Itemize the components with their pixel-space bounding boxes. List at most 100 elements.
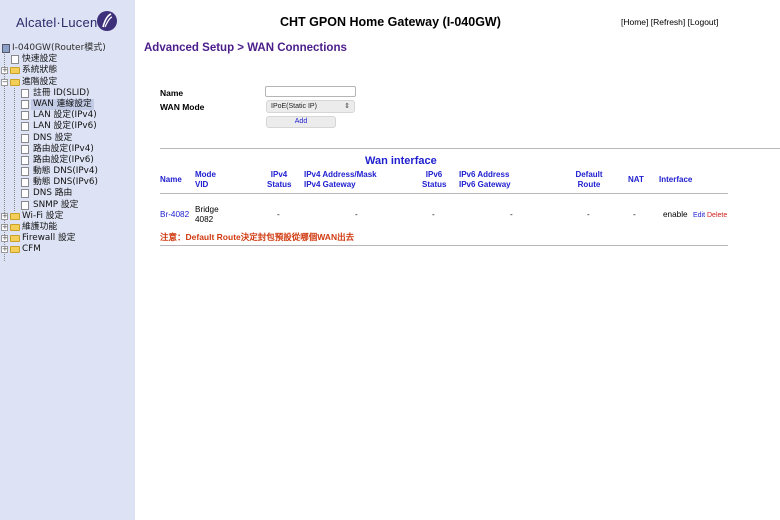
name-label: Name [160, 88, 184, 98]
row-vid-value: 4082 [195, 214, 214, 224]
sidebar-item-lan-ipv6[interactable]: LAN 設定(IPv6) [0, 121, 135, 132]
sidebar-item-wan-connections[interactable]: WAN 連線設定 [0, 98, 135, 111]
sidebar-item-ddns-ipv4[interactable]: 動態 DNS(IPv4) [0, 166, 135, 177]
sidebar-item-label: 動態 DNS(IPv6) [33, 177, 98, 188]
logout-link[interactable]: [Logout] [688, 17, 719, 27]
page-icon [11, 55, 19, 65]
sidebar-item-label: DNS 設定 [33, 132, 73, 143]
row-mode: Bridge 4082 [195, 205, 219, 224]
col-header-nat: NAT [628, 175, 644, 184]
folder-icon [10, 67, 20, 75]
sidebar-item-label: Firewall 設定 [22, 233, 76, 244]
app-root: Alcatel·Lucent I-040GW(Router模式) 快速設定 + [0, 0, 780, 520]
sidebar-item-dns-settings[interactable]: DNS 設定 [0, 133, 135, 144]
sidebar-item-dns-routing[interactable]: DNS 路由 [0, 188, 135, 199]
bottom-divider [160, 245, 728, 246]
sidebar-item-label: 註冊 ID(SLID) [33, 87, 90, 98]
page-title: CHT GPON Home Gateway (I-040GW) [280, 15, 501, 29]
sidebar-item-label: 維護功能 [22, 222, 58, 232]
page-icon [21, 178, 29, 188]
sidebar-item-maintenance[interactable]: + 維護功能 [0, 222, 135, 233]
sidebar-item-routing-ipv4[interactable]: 路由設定(IPv4) [0, 144, 135, 155]
divider [160, 148, 780, 149]
page-icon [21, 122, 29, 132]
folder-icon [10, 224, 20, 231]
sidebar-item-label: 路由設定(IPv4) [33, 143, 94, 154]
page-icon [21, 88, 29, 98]
col-header-default-route-line2: Route [577, 180, 601, 189]
col-header-ipv4-gateway: IPv4 Gateway [304, 180, 356, 189]
col-header-ipv6-address: IPv6 Address IPv6 Gateway [459, 170, 511, 190]
sidebar-item-ddns-ipv6[interactable]: 動態 DNS(IPv6) [0, 177, 135, 188]
sidebar-item-label: 動態 DNS(IPv4) [33, 166, 98, 177]
navigation-tree: I-040GW(Router模式) 快速設定 + 系統狀態 − 進階設定 註冊 … [0, 43, 135, 261]
col-header-ipv4-status: IPv4 Status [267, 170, 291, 190]
sidebar-item-lan-ipv4[interactable]: LAN 設定(IPv4) [0, 110, 135, 121]
expand-plus-icon[interactable]: + [1, 224, 8, 231]
computer-icon [2, 44, 10, 53]
expand-plus-icon[interactable]: + [1, 246, 8, 254]
tree-root[interactable]: I-040GW(Router模式) [0, 43, 135, 54]
alcatel-lucent-logo: Alcatel·Lucent [16, 10, 126, 36]
edit-link[interactable]: Edit [693, 211, 705, 221]
folder-open-icon [10, 78, 20, 86]
col-header-default-route-line1: Default [575, 170, 603, 179]
table-header-divider [160, 193, 728, 194]
row-nat: - [633, 210, 636, 219]
sidebar-item-cfm[interactable]: + CFM [0, 244, 135, 255]
sidebar-item-label: SNMP 設定 [33, 199, 79, 210]
row-interface-status: enable [663, 210, 688, 219]
col-header-ipv6-status-line1: IPv6 [425, 170, 443, 179]
sidebar-item-firewall[interactable]: + Firewall 設定 [0, 233, 135, 244]
sidebar-item-wifi[interactable]: + Wi-Fi 設定 [0, 211, 135, 222]
col-header-ipv6-address-line1: IPv6 Address [459, 170, 510, 179]
folder-icon [10, 212, 20, 220]
row-ipv4-status: - [277, 210, 280, 219]
col-header-ipv4-status-line1: IPv4 [270, 170, 288, 179]
page-icon [21, 189, 29, 199]
col-header-ipv6-status: IPv6 Status [422, 170, 446, 190]
folder-icon [10, 246, 20, 254]
sidebar-item-snmp[interactable]: SNMP 設定 [0, 200, 135, 211]
sidebar-item-label: CFM [22, 244, 41, 255]
col-header-ipv4-address-line1: IPv4 Address/Mask [304, 170, 377, 179]
col-header-mode: Mode VID [195, 170, 216, 190]
sidebar-item-slid[interactable]: 註冊 ID(SLID) [0, 88, 135, 99]
sidebar-item-quick-setup[interactable]: 快速設定 [0, 54, 135, 65]
page-icon [21, 200, 29, 210]
tree-root-label: I-040GW(Router模式) [12, 43, 106, 53]
sidebar-item-label: 系統狀態 [22, 65, 58, 76]
col-header-default-route: Default Route [575, 170, 603, 190]
breadcrumb: Advanced Setup > WAN Connections [144, 42, 347, 54]
refresh-link[interactable]: [Refresh] [651, 17, 686, 27]
col-header-ipv4-status-line2: Status [267, 180, 292, 189]
top-links: [Home] [Refresh] [Logout] [621, 17, 718, 27]
updown-chevron-icon: ⇕ [344, 103, 350, 110]
row-mode-value: Bridge [195, 205, 219, 214]
row-ipv6-status: - [432, 210, 435, 219]
expand-plus-icon[interactable]: + [1, 67, 8, 75]
col-header-interface: Interface [659, 175, 693, 184]
default-route-note: 注意：Default Route決定封包預設從哪個WAN出去 [160, 232, 355, 242]
name-input[interactable] [265, 86, 356, 97]
home-link[interactable]: [Home] [621, 17, 648, 27]
sidebar-item-routing-ipv6[interactable]: 路由設定(IPv6) [0, 155, 135, 166]
sidebar-item-label: 路由設定(IPv6) [33, 154, 94, 165]
page-icon [21, 155, 29, 165]
expand-plus-icon[interactable]: + [1, 212, 8, 220]
add-button[interactable]: Add [266, 116, 336, 128]
wan-mode-select[interactable]: IPoE(Static IP) ⇕ [266, 100, 355, 113]
expand-plus-icon[interactable]: + [1, 235, 8, 243]
alcatel-lucent-swirl-icon [97, 11, 117, 31]
col-header-name: Name [160, 175, 182, 184]
delete-link[interactable]: Delete [707, 211, 727, 221]
sidebar-item-label: 進階設定 [22, 76, 58, 87]
sidebar-item-system-status[interactable]: + 系統狀態 [0, 65, 135, 76]
wan-interface-title: Wan interface [365, 155, 437, 167]
row-name-link[interactable]: Br-4082 [160, 210, 189, 220]
folder-icon [10, 235, 20, 243]
sidebar-item-advanced-setup[interactable]: − 進階設定 [0, 77, 135, 88]
collapse-minus-icon[interactable]: − [1, 78, 8, 86]
page-icon [21, 144, 29, 154]
col-header-ipv4-address: IPv4 Address/Mask IPv4 Gateway [304, 170, 377, 190]
